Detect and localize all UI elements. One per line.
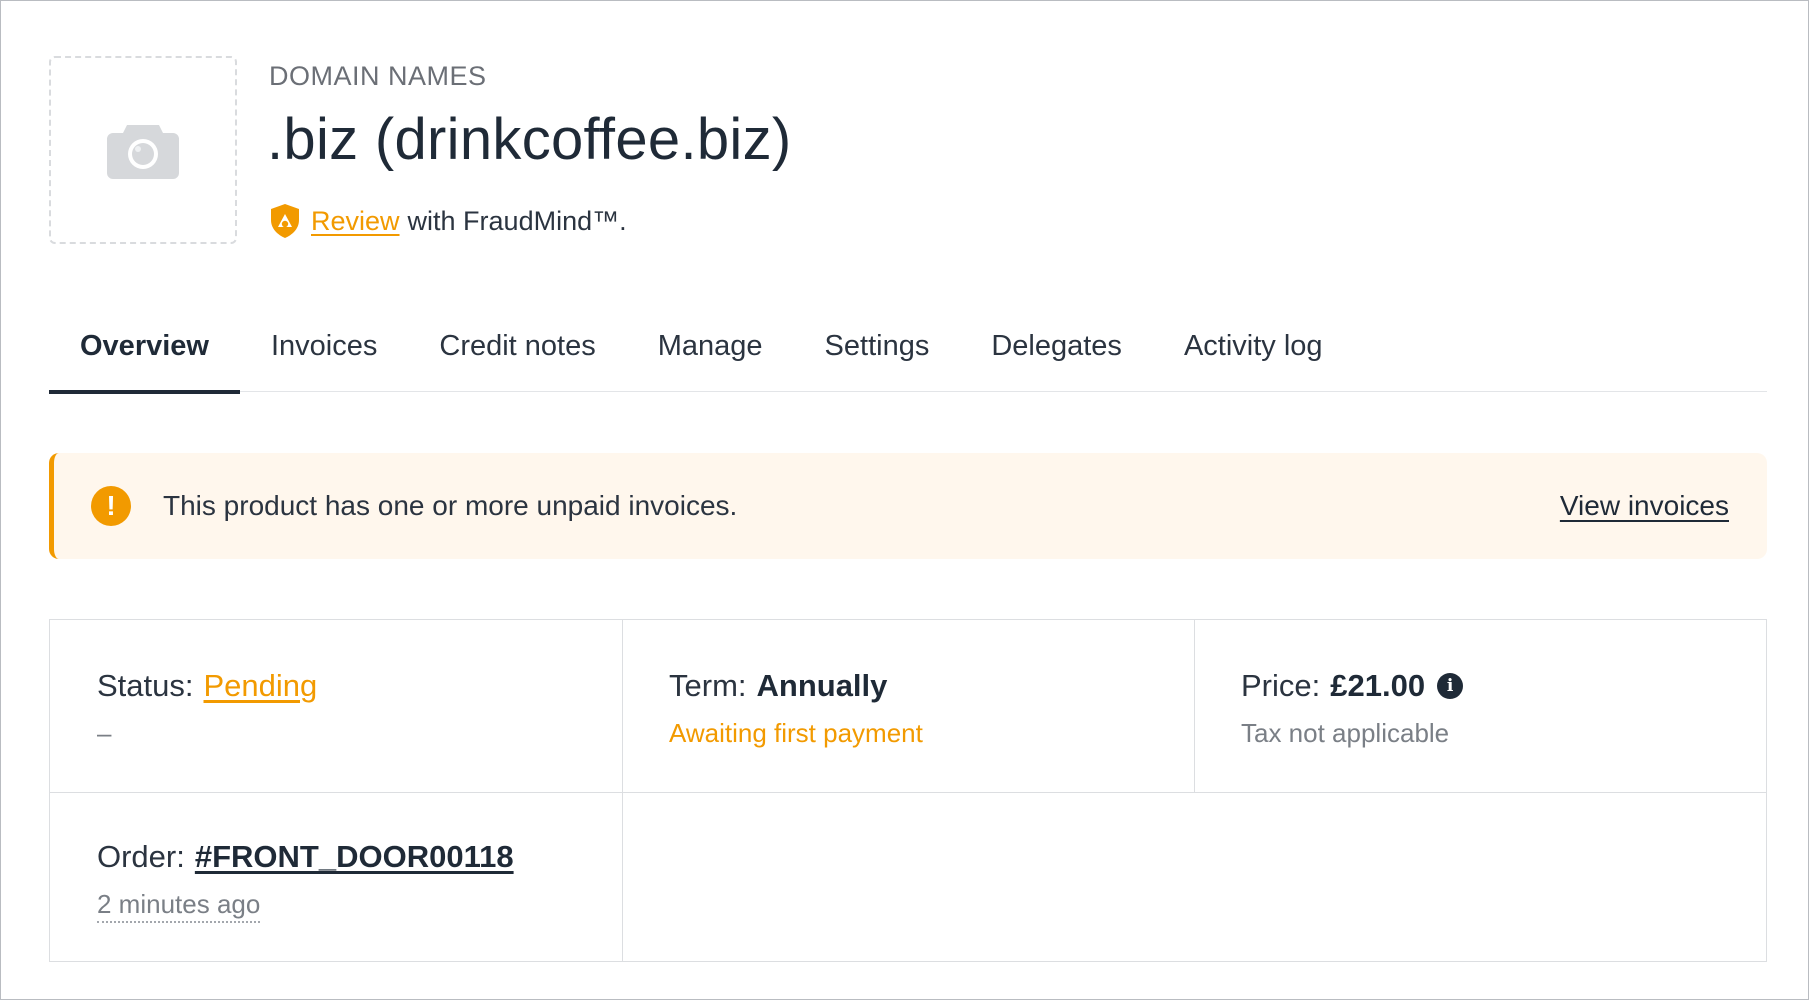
shield-icon	[271, 204, 299, 238]
tab-overview[interactable]: Overview	[49, 301, 240, 394]
product-thumbnail[interactable]	[49, 56, 237, 244]
view-invoices-link[interactable]: View invoices	[1560, 490, 1729, 522]
page-title: .biz (drinkcoffee.biz)	[267, 107, 792, 172]
fraudmind-review-line: Review with FraudMind™.	[269, 203, 627, 239]
price-sub: Tax not applicable	[1241, 718, 1450, 748]
tab-bar: Overview Invoices Credit notes Manage Se…	[49, 301, 1767, 394]
info-icon[interactable]: i	[1437, 673, 1464, 699]
term-value: Annually	[756, 668, 888, 703]
review-link[interactable]: Review	[311, 206, 400, 237]
tab-manage[interactable]: Manage	[627, 301, 794, 392]
alert-message: This product has one or more unpaid invo…	[163, 490, 738, 521]
tab-settings[interactable]: Settings	[794, 301, 961, 392]
review-suffix: with FraudMind™.	[407, 205, 627, 236]
term-sub: Awaiting first payment	[669, 718, 923, 748]
term-label: Term:	[669, 668, 747, 703]
exclamation-circle-icon: !	[91, 486, 131, 526]
order-cell: Order: #FRONT_DOOR00118 2 minutes ago	[50, 839, 622, 923]
camera-icon	[107, 125, 179, 179]
tab-invoices[interactable]: Invoices	[240, 301, 408, 392]
status-value-link[interactable]: Pending	[204, 668, 318, 704]
status-cell: Status: Pending –	[50, 668, 622, 749]
price-cell: Price: £21.00 i Tax not applicable	[1194, 668, 1766, 749]
price-value: £21.00	[1330, 668, 1426, 703]
unpaid-invoices-alert: ! This product has one or more unpaid in…	[49, 453, 1767, 559]
price-label: Price:	[1241, 668, 1321, 703]
order-timestamp: 2 minutes ago	[97, 889, 261, 923]
order-label: Order:	[97, 839, 185, 874]
tab-activity-log[interactable]: Activity log	[1153, 301, 1354, 392]
product-details-grid: Status: Pending – Term: Annually Awaitin…	[49, 619, 1767, 962]
status-sub: –	[97, 718, 112, 748]
grid-divider	[50, 792, 1766, 793]
page-frame: DOMAIN NAMES .biz (drinkcoffee.biz) Revi…	[0, 0, 1809, 1000]
product-category: DOMAIN NAMES	[269, 61, 487, 91]
tab-credit-notes[interactable]: Credit notes	[408, 301, 626, 392]
term-cell: Term: Annually Awaiting first payment	[622, 668, 1194, 749]
status-label: Status:	[97, 668, 194, 703]
order-link[interactable]: #FRONT_DOOR00118	[195, 839, 514, 875]
tab-delegates[interactable]: Delegates	[960, 301, 1153, 392]
